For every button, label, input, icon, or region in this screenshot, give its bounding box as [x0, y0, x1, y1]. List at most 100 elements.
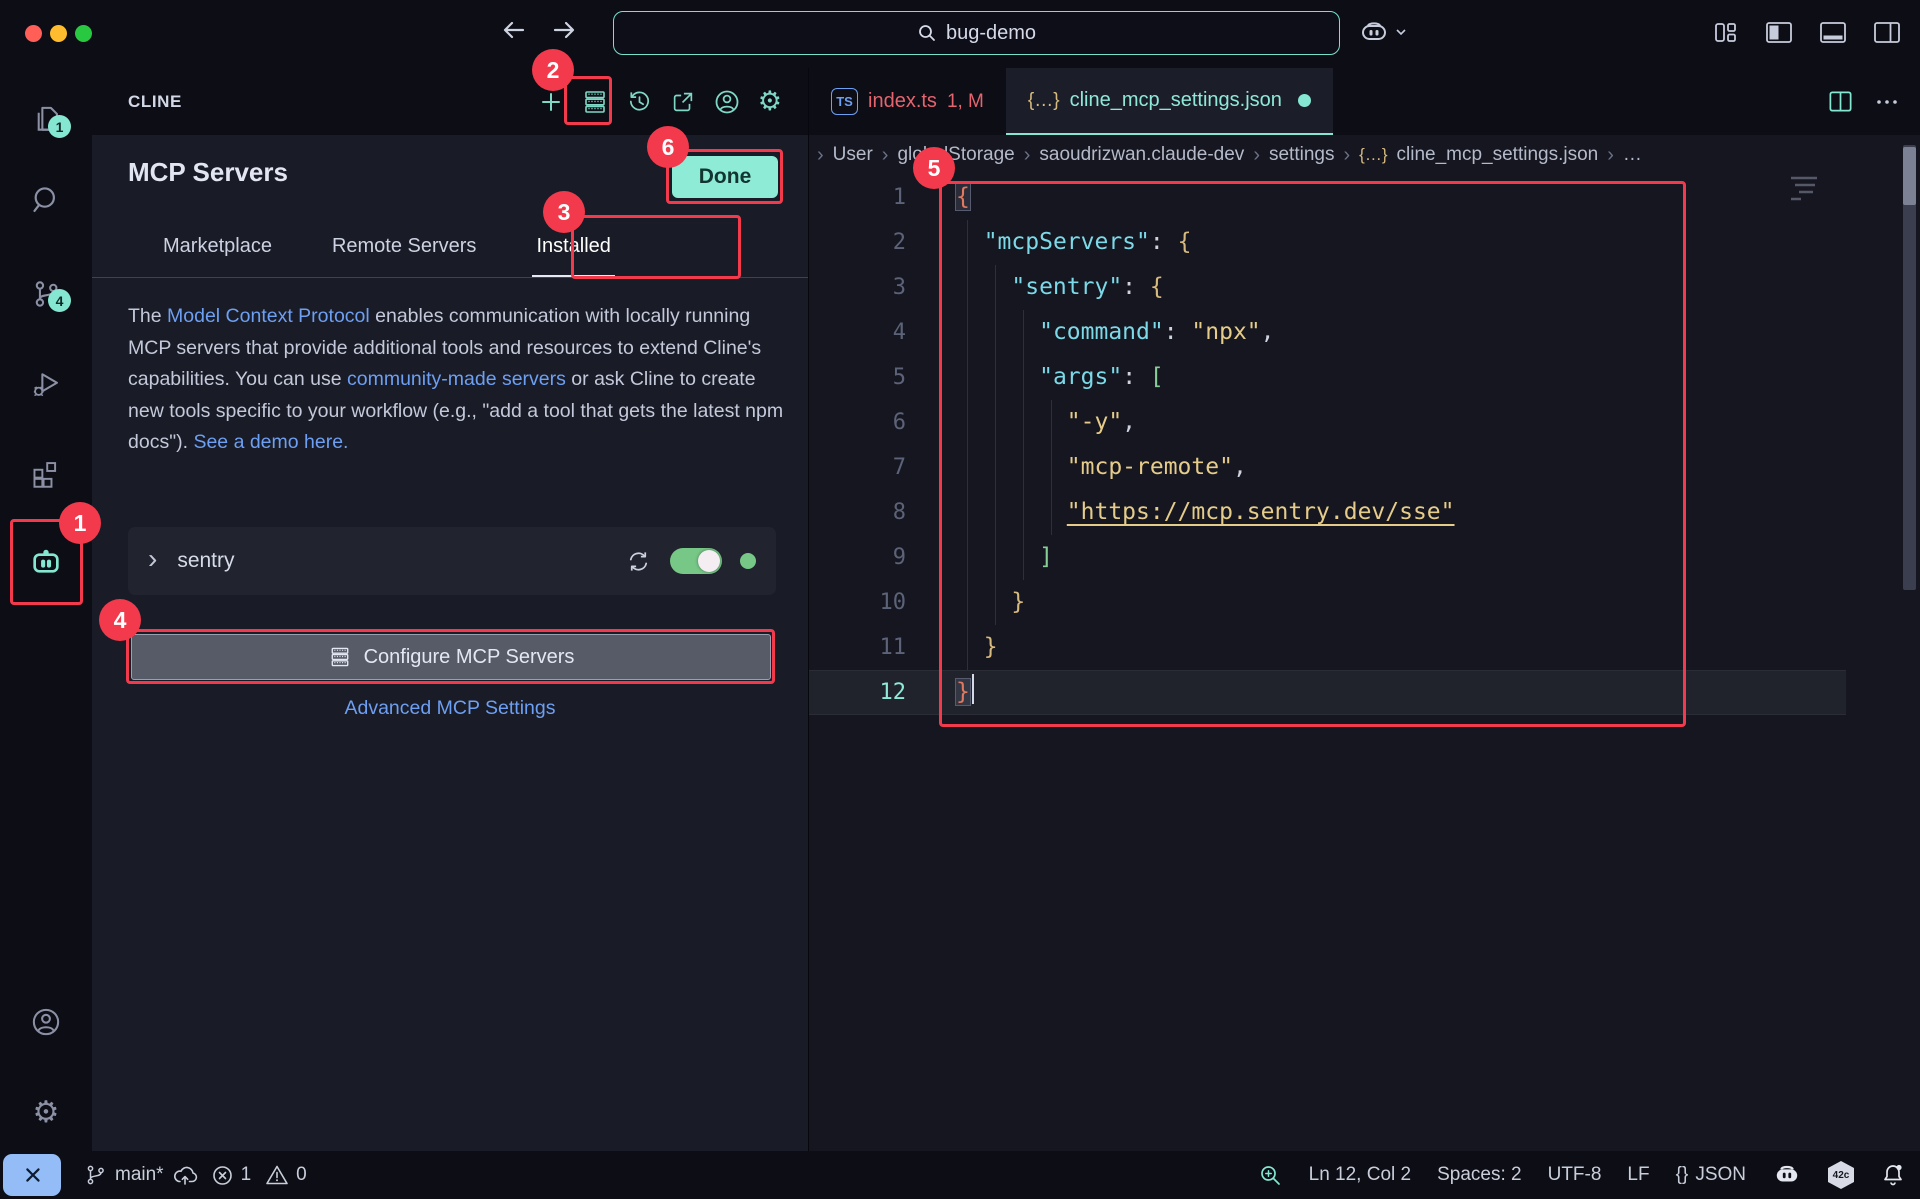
line-number: 10	[809, 580, 906, 625]
mcp-tabs: Marketplace Remote Servers Installed	[92, 215, 808, 278]
restart-server-icon[interactable]	[625, 548, 652, 575]
configure-mcp-servers-button[interactable]: Configure MCP Servers	[131, 634, 771, 680]
unsaved-dot-icon[interactable]	[1298, 94, 1311, 107]
tab-cline-mcp-settings-json[interactable]: {…} cline_mcp_settings.json	[1006, 68, 1333, 135]
panel-title: MCP Servers	[128, 157, 288, 188]
code-line[interactable]: 4 "command": "npx",	[809, 310, 1846, 355]
language-mode[interactable]: {} JSON	[1676, 1164, 1746, 1186]
forward-icon[interactable]	[550, 16, 578, 44]
git-branch-icon	[84, 1163, 108, 1187]
code-line[interactable]: 2 "mcpServers": {	[809, 220, 1846, 265]
branch-name: main*	[115, 1164, 164, 1186]
sync-cloud-icon[interactable]	[171, 1163, 199, 1187]
breadcrumb-item[interactable]: …	[1623, 144, 1642, 166]
description-link[interactable]: community-made servers	[347, 368, 566, 390]
advanced-mcp-settings-link[interactable]: Advanced MCP Settings	[92, 697, 808, 720]
copilot-menu[interactable]	[1358, 18, 1408, 46]
error-icon	[211, 1164, 234, 1187]
chevron-right-icon: ›	[882, 144, 889, 167]
braces-icon: {}	[1676, 1164, 1689, 1186]
eol-setting[interactable]: LF	[1627, 1164, 1649, 1186]
command-center-search[interactable]: bug-demo	[613, 11, 1340, 55]
toggle-primary-sidebar-icon[interactable]	[1764, 19, 1794, 47]
toggle-panel-icon[interactable]	[1818, 19, 1848, 47]
split-editor-icon[interactable]	[1827, 88, 1854, 115]
code-line[interactable]: 7 "mcp-remote",	[809, 445, 1846, 490]
zoom-window-button[interactable]	[75, 25, 92, 42]
sidebar-header: CLINE ⚙	[92, 68, 808, 135]
customize-layout-icon[interactable]	[1712, 19, 1740, 47]
server-enabled-toggle[interactable]	[670, 548, 722, 574]
code-line[interactable]: 3 "sentry": {	[809, 265, 1846, 310]
new-task-plus-icon[interactable]	[538, 89, 564, 115]
hexagon-extension-icon[interactable]: 42c	[1828, 1161, 1854, 1189]
breadcrumb-item[interactable]: cline_mcp_settings.json	[1397, 144, 1599, 166]
code-line[interactable]: 5 "args": [	[809, 355, 1846, 400]
cline-extension-icon[interactable]	[24, 540, 68, 584]
search-sidebar-icon[interactable]	[24, 178, 68, 222]
scm-badge: 4	[48, 289, 71, 312]
minimize-window-button[interactable]	[50, 25, 67, 42]
search-value: bug-demo	[946, 22, 1036, 45]
code-line[interactable]: 1{	[809, 175, 1846, 220]
breadcrumb-item[interactable]: saoudrizwan.claude-dev	[1039, 144, 1244, 166]
code-line[interactable]: 8 "https://mcp.sentry.dev/sse"	[809, 490, 1846, 535]
mcp-servers-rack-icon[interactable]	[581, 88, 609, 116]
configure-button-label: Configure MCP Servers	[364, 646, 575, 669]
editor-scrollbar-thumb[interactable]	[1903, 147, 1916, 205]
code-line[interactable]: 9 ]	[809, 535, 1846, 580]
indentation-setting[interactable]: Spaces: 2	[1437, 1164, 1522, 1186]
server-rack-icon	[328, 645, 352, 669]
history-icon[interactable]	[626, 88, 653, 115]
account-icon[interactable]	[713, 88, 741, 116]
encoding-setting[interactable]: UTF-8	[1548, 1164, 1602, 1186]
cursor-position[interactable]: Ln 12, Col 2	[1309, 1164, 1411, 1186]
toggle-secondary-sidebar-icon[interactable]	[1872, 19, 1902, 47]
code-line[interactable]: 11 }	[809, 625, 1846, 670]
copilot-icon	[1358, 18, 1390, 46]
line-number: 7	[809, 445, 906, 490]
run-debug-icon[interactable]	[24, 362, 68, 406]
copilot-status-icon[interactable]	[1772, 1162, 1802, 1188]
tab-problems-badge: 1, M	[947, 91, 984, 113]
code-line[interactable]: 10 }	[809, 580, 1846, 625]
line-number: 1	[809, 175, 906, 220]
line-number: 3	[809, 265, 906, 310]
breadcrumb-item[interactable]: globalStorage	[897, 144, 1014, 166]
tab-marketplace[interactable]: Marketplace	[163, 215, 272, 277]
editor-scrollbar[interactable]	[1903, 145, 1916, 590]
breadcrumb-item[interactable]: User	[833, 144, 873, 166]
minimap[interactable]	[1789, 174, 1833, 204]
code-line[interactable]: 12}	[809, 670, 1846, 715]
accounts-icon[interactable]	[24, 1000, 68, 1044]
chevron-right-icon: ›	[1343, 144, 1350, 167]
more-actions-icon[interactable]	[1874, 89, 1900, 115]
notifications-bell-icon[interactable]	[1880, 1162, 1906, 1188]
line-number: 12	[809, 670, 906, 715]
code-line[interactable]: 6 "-y",	[809, 400, 1846, 445]
tab-installed[interactable]: Installed	[536, 215, 611, 277]
code-lines: 1{2 "mcpServers": {3 "sentry": {4 "comma…	[809, 175, 1846, 715]
open-in-editor-icon[interactable]	[670, 89, 696, 115]
git-branch-status[interactable]: main*	[84, 1163, 199, 1187]
done-button[interactable]: Done	[672, 156, 778, 198]
description-link[interactable]: Model Context Protocol	[167, 305, 370, 327]
breadcrumb-item[interactable]: settings	[1269, 144, 1334, 166]
tab-remote-servers[interactable]: Remote Servers	[332, 215, 477, 277]
tab-index-ts[interactable]: TS index.ts 1, M	[809, 68, 1006, 135]
chevron-right-icon: ›	[817, 144, 824, 167]
settings-gear-icon[interactable]: ⚙	[758, 88, 782, 115]
close-window-button[interactable]	[25, 25, 42, 42]
language-label: JSON	[1695, 1164, 1746, 1186]
extensions-icon[interactable]	[24, 452, 68, 496]
chevron-right-icon[interactable]: ›	[148, 545, 157, 573]
zoom-indicator-icon[interactable]	[1258, 1163, 1283, 1188]
problems-status[interactable]: 1 0	[211, 1163, 307, 1187]
line-number: 4	[809, 310, 906, 355]
remote-indicator[interactable]	[3, 1154, 61, 1196]
description-link[interactable]: See a demo here.	[193, 431, 348, 453]
settings-gear-icon[interactable]: ⚙	[24, 1090, 68, 1134]
back-icon[interactable]	[500, 16, 528, 44]
line-number: 8	[809, 490, 906, 535]
server-row-sentry[interactable]: › sentry	[128, 527, 776, 595]
